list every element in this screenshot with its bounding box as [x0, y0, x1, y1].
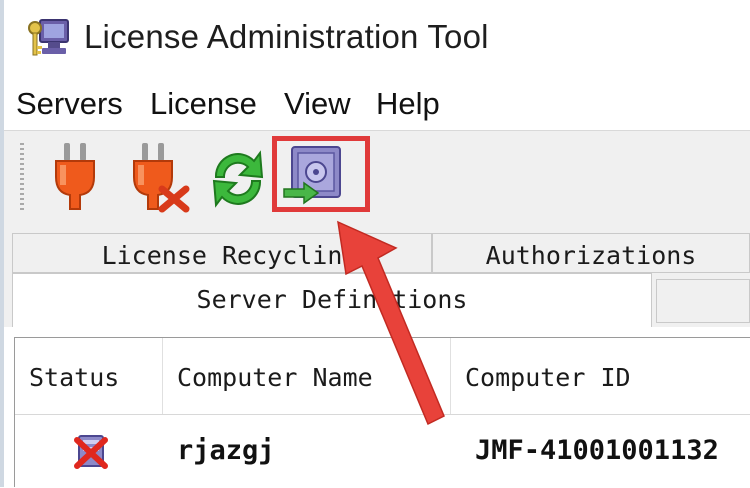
menu-help[interactable]: Help: [376, 86, 440, 122]
server-list[interactable]: Status Computer Name Computer ID rjazgj …: [14, 337, 750, 487]
table-row[interactable]: rjazgj JMF-41001001132: [15, 414, 750, 488]
cell-computer-id: JMF-41001001132: [475, 435, 719, 466]
menu-license[interactable]: License: [150, 86, 257, 122]
plug-disconnect-icon: [126, 137, 192, 217]
menu-servers[interactable]: Servers: [16, 86, 123, 122]
key-monitor-icon: [26, 16, 72, 60]
disconnect-server-button[interactable]: [126, 137, 192, 217]
cell-computer-name: rjazgj: [177, 435, 275, 466]
refresh-icon: [204, 137, 270, 217]
toolbar-grip[interactable]: [20, 143, 24, 211]
toolbar: [4, 131, 750, 227]
refresh-button[interactable]: [204, 137, 270, 217]
plug-connect-icon: [44, 137, 110, 217]
tab-partial[interactable]: [656, 279, 750, 323]
tab-license-recycling[interactable]: License Recyclin: [12, 233, 432, 273]
window-title: License Administration Tool: [84, 18, 489, 55]
tab-server-definitions[interactable]: Server Definitions: [12, 273, 652, 327]
connect-server-button[interactable]: [44, 137, 110, 217]
column-header-status[interactable]: Status: [15, 338, 163, 414]
menu-view[interactable]: View: [284, 86, 351, 122]
list-header: Status Computer Name Computer ID: [15, 338, 750, 415]
server-definitions-panel: Status Computer Name Computer ID rjazgj …: [4, 327, 750, 487]
title-bar: License Administration Tool: [4, 0, 750, 78]
tab-authorizations[interactable]: Authorizations: [432, 233, 750, 273]
tab-strip: License Recyclin Authorizations Server D…: [4, 227, 750, 327]
server-error-icon: [71, 432, 111, 472]
highlight-box: [272, 136, 370, 212]
column-header-computer-id[interactable]: Computer ID: [451, 338, 750, 414]
column-header-computer-name[interactable]: Computer Name: [163, 338, 451, 414]
menu-bar: Servers License View Help: [4, 78, 750, 130]
